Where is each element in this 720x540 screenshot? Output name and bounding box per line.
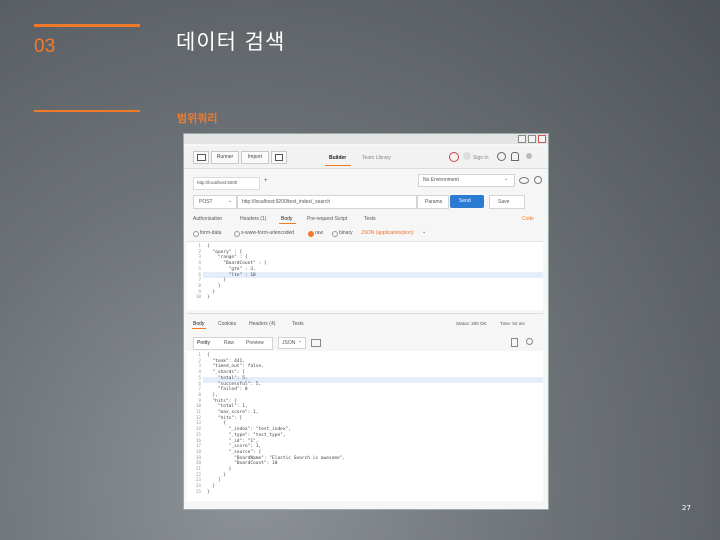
new-tab-button[interactable]: +	[264, 178, 268, 184]
url-text: http://localhost:9200/test_index/_search	[242, 199, 331, 205]
response-divider	[187, 313, 543, 314]
search-icon[interactable]	[526, 338, 533, 345]
environment-label: No Environment	[423, 177, 459, 183]
view-preview[interactable]: Preview	[246, 340, 264, 346]
tab-body[interactable]: Body	[281, 216, 292, 222]
chevron-down-icon: ⌄	[228, 198, 233, 204]
mode-form-data[interactable]: form-data	[200, 230, 221, 236]
section-number: 03	[34, 36, 56, 57]
slide-title: 데이터 검색	[176, 30, 286, 54]
accent-line-bottom-left	[34, 110, 140, 112]
radio-binary[interactable]	[332, 231, 338, 237]
mode-raw[interactable]: raw	[315, 230, 323, 236]
import-button[interactable]: Import	[241, 151, 269, 164]
resp-tab-tests[interactable]: Tests	[292, 321, 304, 327]
view-raw[interactable]: Raw	[224, 340, 234, 346]
settings-icon[interactable]	[497, 152, 506, 161]
close-icon[interactable]	[538, 135, 546, 143]
send-button[interactable]: Send	[450, 195, 484, 208]
sign-in-link[interactable]: Sign In	[473, 155, 489, 161]
request-line-numbers: 1 2 3 4 5 6 7 8 9 10	[195, 244, 201, 301]
params-label: Params	[425, 199, 443, 205]
view-pretty[interactable]: Pretty	[197, 340, 210, 346]
radio-raw[interactable]	[308, 231, 314, 237]
mode-binary[interactable]: binary	[339, 230, 353, 236]
copy-icon[interactable]	[511, 338, 518, 347]
tab-headers[interactable]: Headers (1)	[240, 216, 266, 222]
minimize-icon[interactable]	[518, 135, 526, 143]
gear-icon[interactable]	[534, 176, 542, 184]
format-label: JSON	[282, 340, 296, 346]
window-titlebar	[184, 134, 548, 144]
sidebar-toggle-button[interactable]	[193, 151, 209, 164]
chevron-down-icon: ⌄	[422, 229, 427, 235]
environment-select[interactable]: No Environment ⌄	[418, 174, 515, 187]
radio-form-data[interactable]	[193, 231, 199, 237]
slide-subtitle: 범위쿼리	[177, 112, 218, 125]
url-input[interactable]: http://localhost:9200/test_index/_search	[237, 195, 417, 209]
time-text: Time: 54 ms	[500, 321, 525, 326]
tab-builder[interactable]: Builder	[329, 155, 346, 161]
status-text: Status: 200 OK	[456, 321, 487, 326]
accent-line-top-left	[34, 24, 140, 27]
runner-button[interactable]: Runner	[211, 151, 239, 164]
method-label: POST	[199, 199, 213, 205]
mode-urlencoded[interactable]: x-www-form-urlencoded	[241, 230, 294, 236]
resp-tab-cookies[interactable]: Cookies	[218, 321, 236, 327]
chevron-down-icon: ⌄	[298, 338, 303, 344]
save-label: Save	[498, 199, 510, 205]
method-select[interactable]: POST ⌄	[193, 195, 237, 209]
page-number: 27	[682, 504, 691, 512]
body-tab-underline	[279, 223, 296, 224]
sync-icon[interactable]	[449, 152, 459, 162]
tab-team-library[interactable]: Team Library	[362, 155, 391, 161]
request-tab-label: http://localhost:9200	[197, 180, 238, 185]
maximize-icon[interactable]	[528, 135, 536, 143]
interceptor-icon[interactable]	[463, 152, 471, 160]
new-window-icon	[275, 154, 283, 161]
code-link[interactable]: Code	[522, 216, 534, 222]
content-type-select[interactable]: JSON (application/json)	[361, 230, 414, 236]
heart-icon[interactable]	[526, 153, 532, 159]
tab-pre-request-script[interactable]: Pre-request Script	[307, 216, 347, 222]
radio-urlencoded[interactable]	[234, 231, 240, 237]
notifications-icon[interactable]	[511, 152, 519, 161]
send-label: Send	[459, 198, 471, 204]
eye-icon[interactable]	[519, 177, 529, 184]
tab-authorization[interactable]: Authorization	[193, 216, 222, 222]
tab-tests[interactable]: Tests	[364, 216, 376, 222]
sidebar-icon	[197, 154, 206, 161]
resp-tab-body[interactable]: Body	[193, 321, 204, 327]
save-button[interactable]: Save	[489, 195, 525, 209]
view-mode-group: Pretty Raw Preview	[193, 337, 273, 350]
response-body-code: { "took": 441, "timed_out": false, "_sha…	[207, 353, 346, 495]
builder-underline	[325, 165, 351, 166]
response-viewer[interactable]: 1 2 3 4 5 6 7 8 9 10 11 12 13 14 15 16 1…	[187, 351, 543, 501]
resp-body-underline	[192, 328, 206, 329]
request-body-code: { "query" : { "range" : { "BoardCount" :…	[207, 244, 267, 301]
format-select[interactable]: JSON ⌄	[278, 337, 306, 349]
postman-window: Runner Import Builder Team Library Sign …	[183, 133, 549, 510]
app-toolbar: Runner Import Builder Team Library Sign …	[184, 146, 548, 169]
chevron-down-icon: ⌄	[504, 176, 509, 182]
wrap-lines-icon[interactable]	[311, 339, 321, 347]
resp-tab-headers[interactable]: Headers (4)	[249, 321, 275, 327]
request-editor[interactable]: 1 2 3 4 5 6 7 8 9 10 { "query" : { "rang…	[187, 241, 543, 310]
new-window-button[interactable]	[271, 151, 287, 164]
request-tab[interactable]: http://localhost:9200	[193, 177, 260, 190]
params-button[interactable]: Params	[417, 195, 449, 209]
response-line-numbers: 1 2 3 4 5 6 7 8 9 10 11 12 13 14 15 16 1…	[195, 353, 201, 495]
